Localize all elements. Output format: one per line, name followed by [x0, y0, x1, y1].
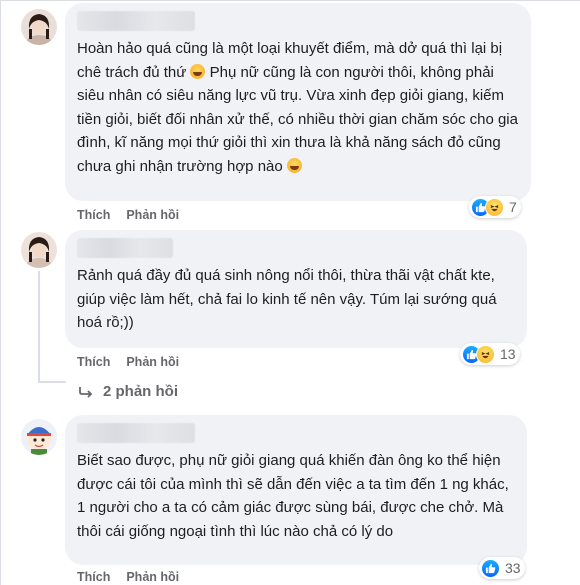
- comment-bubble: Rảnh quá đầy đủ quá sinh nông nổi thôi, …: [65, 230, 527, 348]
- author-name-redacted[interactable]: [77, 238, 173, 258]
- comment-bubble: Biết sao được, phụ nữ giỏi giang quá khi…: [65, 415, 527, 565]
- reply-button[interactable]: Phản hồi: [126, 208, 179, 222]
- author-name-redacted[interactable]: [77, 11, 195, 31]
- comment-actions: Thích Phản hồi: [77, 355, 195, 369]
- reply-button[interactable]: Phản hồi: [126, 570, 179, 584]
- author-name-redacted[interactable]: [77, 423, 195, 443]
- reaction-count: 33: [505, 560, 521, 576]
- haha-icon: [476, 344, 495, 364]
- comment-bubble: Hoàn hảo quá cũng là một loại khuyết điể…: [65, 3, 531, 201]
- reaction-count: 7: [509, 199, 517, 215]
- avatar[interactable]: [21, 419, 57, 455]
- comment-actions: Thích Phản hồi: [77, 208, 195, 222]
- reaction-count: 13: [500, 346, 516, 362]
- reaction-summary[interactable]: 13: [460, 343, 520, 365]
- comment-thread: Hoàn hảo quá cũng là một loại khuyết điể…: [0, 0, 580, 585]
- comment-text: Biết sao được, phụ nữ giỏi giang quá khi…: [77, 452, 513, 540]
- comment-actions: Thích Phản hồi: [77, 570, 195, 584]
- rofl-emoji-icon: [286, 157, 302, 173]
- view-replies-link[interactable]: 2 phản hồi: [79, 383, 178, 400]
- like-button[interactable]: Thích: [77, 355, 110, 369]
- avatar[interactable]: [21, 9, 57, 45]
- reply-arrow-icon: [79, 386, 93, 398]
- thread-line: [38, 271, 40, 383]
- like-icon: [481, 558, 500, 578]
- comment-text: Rảnh quá đầy đủ quá sinh nông nổi thôi, …: [77, 267, 501, 331]
- replies-count-label: 2 phản hồi: [103, 383, 178, 400]
- comment-text: Hoàn hảo quá cũng là một loại khuyết điể…: [77, 40, 523, 175]
- reaction-summary[interactable]: 33: [479, 557, 525, 579]
- thread-line-elbow: [38, 381, 66, 383]
- avatar[interactable]: [21, 232, 57, 268]
- rofl-emoji-icon: [190, 63, 206, 79]
- like-button[interactable]: Thích: [77, 570, 110, 584]
- reply-button[interactable]: Phản hồi: [126, 355, 179, 369]
- like-button[interactable]: Thích: [77, 208, 110, 222]
- haha-icon: [485, 197, 504, 217]
- reaction-summary[interactable]: 7: [469, 196, 521, 218]
